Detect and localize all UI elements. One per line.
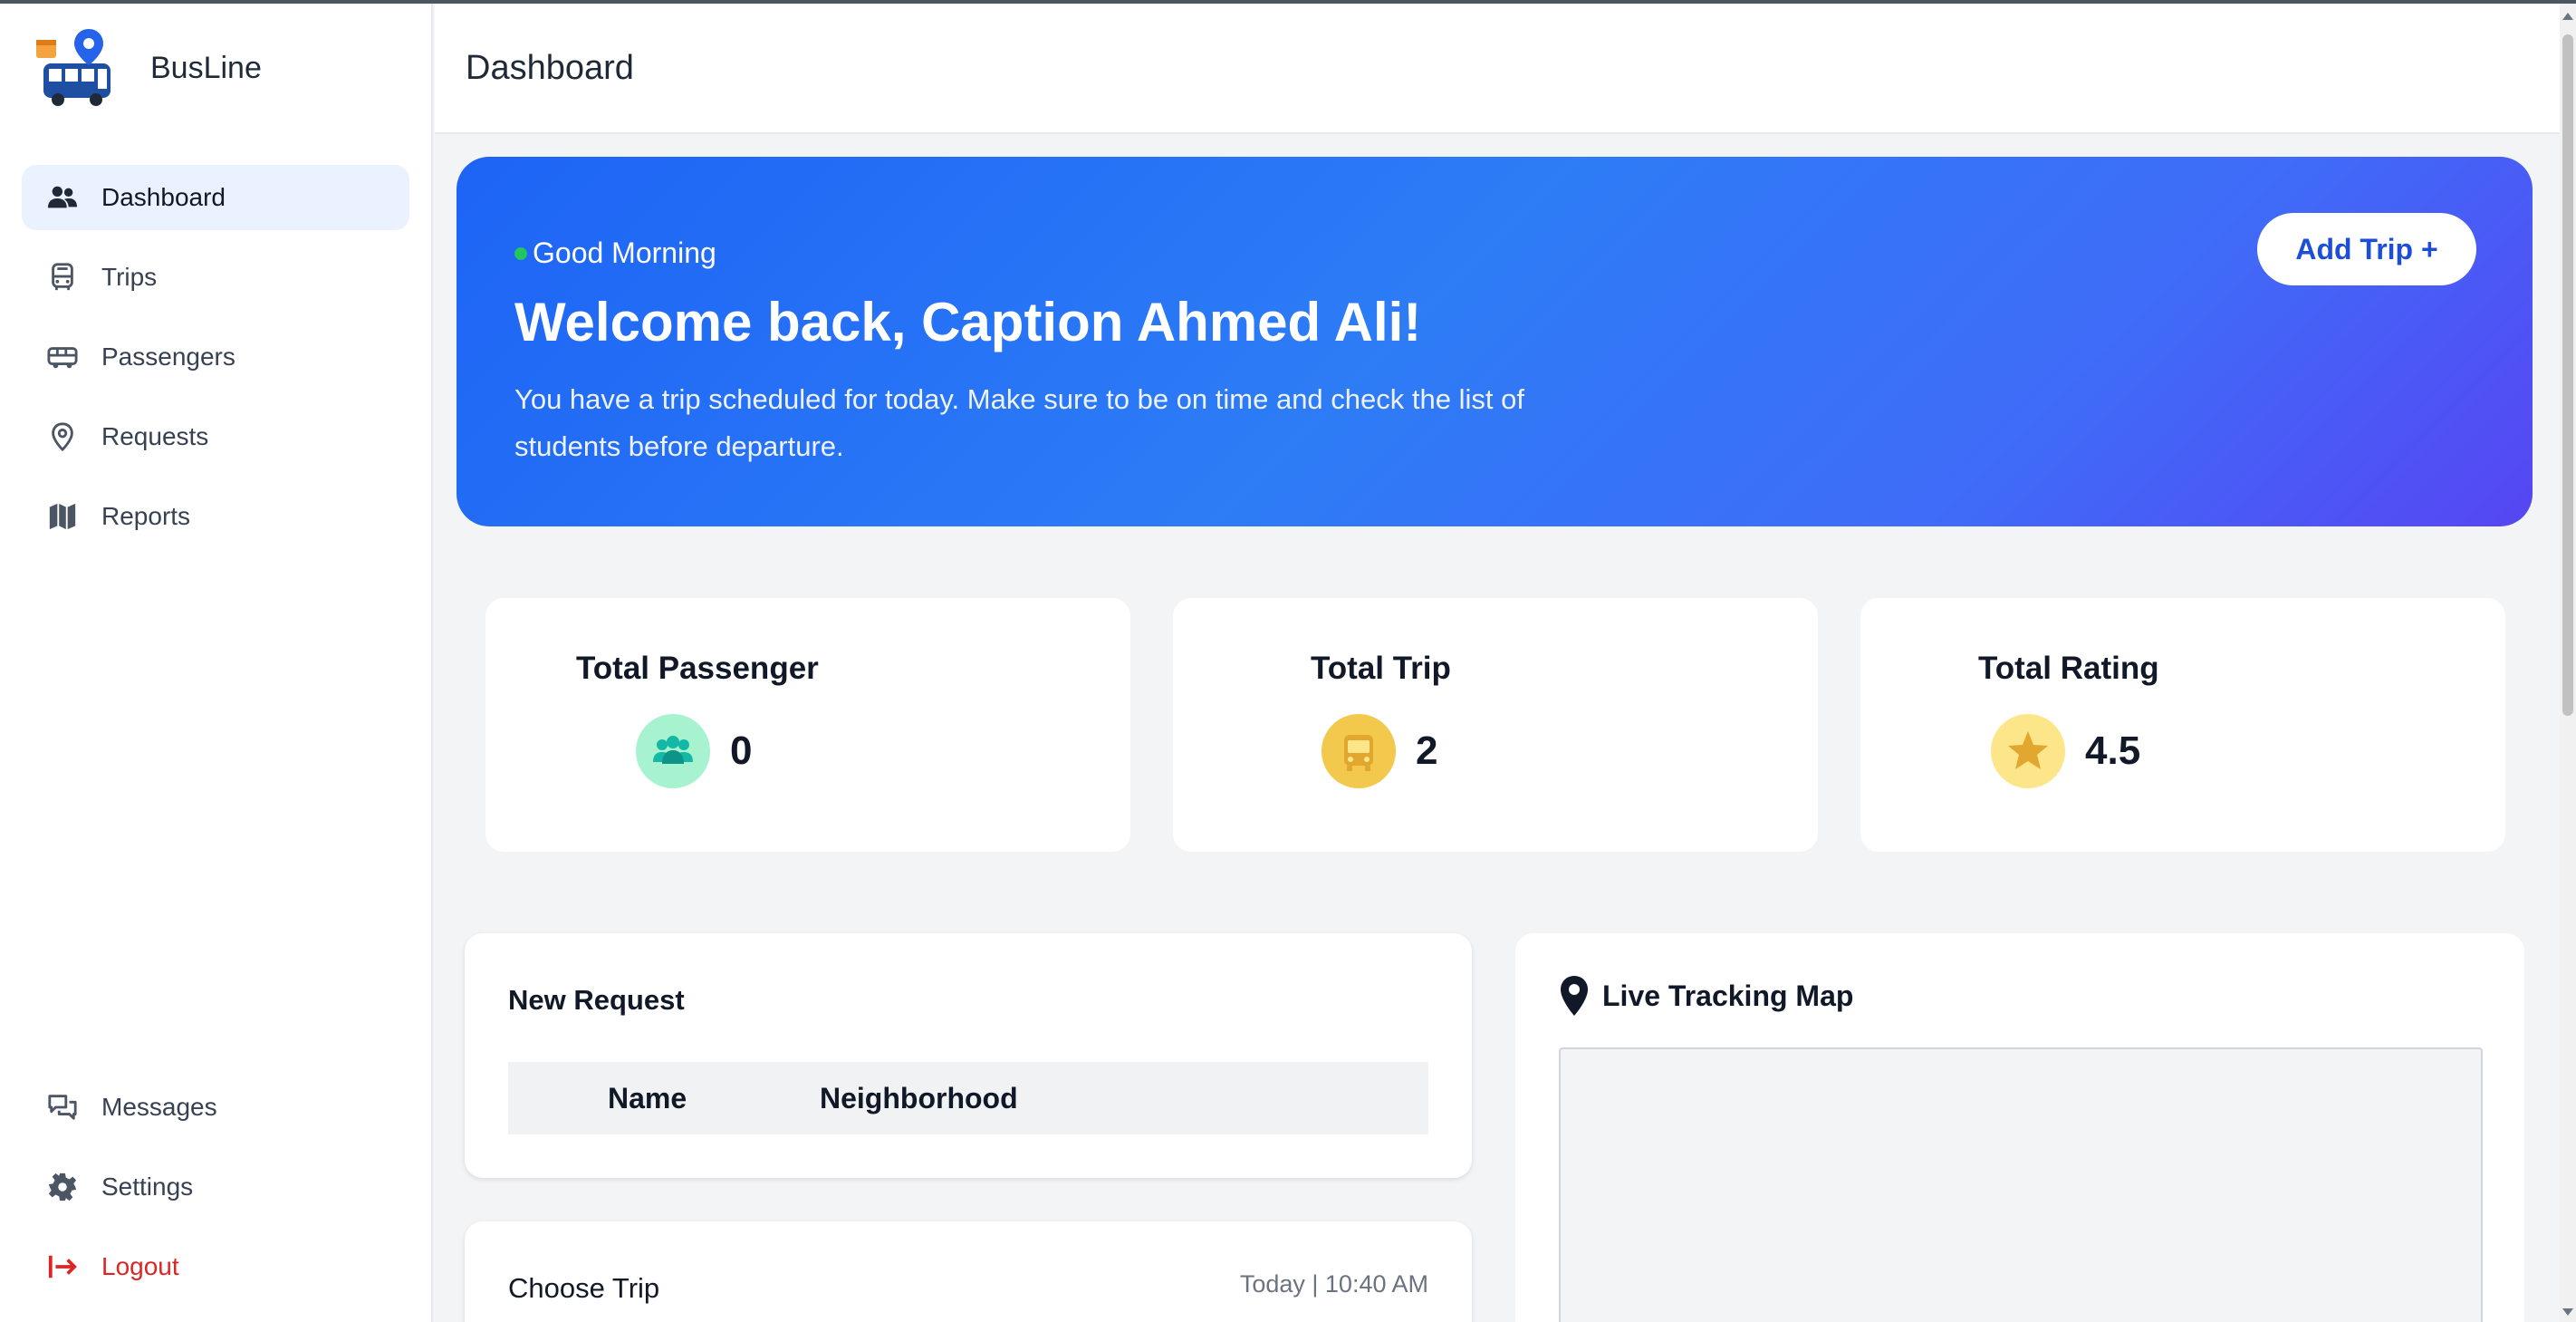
map-header: Live Tracking Map xyxy=(1559,975,1853,1017)
stat-card-total-rating: Total Rating 4.5 xyxy=(1860,598,2505,852)
map-title: Live Tracking Map xyxy=(1602,979,1854,1012)
choose-trip-title: Choose Trip xyxy=(508,1272,660,1304)
stat-value: 4.5 xyxy=(2085,729,2141,773)
sidebar-item-passengers[interactable]: Passengers xyxy=(22,324,409,390)
logout-icon xyxy=(43,1248,82,1286)
map-marker-icon xyxy=(1561,976,1588,1016)
stat-title: Total Trip xyxy=(1311,651,1451,686)
welcome-banner: Good Morning Welcome back, Caption Ahmed… xyxy=(457,157,2533,526)
new-request-card: New Request Name Neighborhood xyxy=(465,933,1472,1178)
sidebar-item-label: Logout xyxy=(101,1252,179,1280)
add-trip-button[interactable]: Add Trip + xyxy=(2257,213,2476,285)
scroll-down-icon[interactable] xyxy=(2562,1308,2573,1316)
banner-description: You have a trip scheduled for today. Mak… xyxy=(514,383,1524,462)
sidebar-item-settings[interactable]: Settings xyxy=(22,1154,409,1220)
sidebar: BusLine Dashboard Trips Passengers Reque… xyxy=(0,4,433,1322)
top-header: Dashboard xyxy=(435,4,2560,134)
sidebar-item-label: Requests xyxy=(101,422,209,450)
sidebar-item-messages[interactable]: Messages xyxy=(22,1075,409,1140)
sidebar-item-trips[interactable]: Trips xyxy=(22,245,409,310)
greeting: Good Morning xyxy=(514,236,716,270)
sidebar-item-reports[interactable]: Reports xyxy=(22,484,409,549)
sidebar-item-label: Reports xyxy=(101,502,191,530)
sidebar-item-logout[interactable]: Logout xyxy=(22,1234,409,1299)
scroll-thumb[interactable] xyxy=(2562,34,2573,716)
brand-name: BusLine xyxy=(150,50,262,85)
sidebar-item-label: Trips xyxy=(101,263,158,291)
map-pin-icon xyxy=(43,418,82,456)
status-dot-icon xyxy=(514,246,527,260)
page-title: Dashboard xyxy=(466,49,634,87)
greeting-text: Good Morning xyxy=(533,236,716,269)
bus-icon xyxy=(1322,714,1396,788)
welcome-heading: Welcome back, Caption Ahmed Ali! xyxy=(514,292,1422,352)
column-header-neighborhood[interactable]: Neighborhood xyxy=(820,1082,1018,1115)
sidebar-item-dashboard[interactable]: Dashboard xyxy=(22,165,409,230)
sidebar-item-label: Settings xyxy=(101,1172,194,1201)
group-icon xyxy=(636,714,710,788)
map-folded-icon xyxy=(43,497,82,536)
stat-card-total-passenger: Total Passenger 0 xyxy=(485,598,1130,852)
live-map-area[interactable] xyxy=(1559,1047,2483,1322)
trip-time: Today | 10:40 AM xyxy=(1239,1270,1428,1298)
gear-icon xyxy=(43,1168,82,1206)
sidebar-item-label: Messages xyxy=(101,1093,217,1121)
stat-title: Total Passenger xyxy=(576,651,819,686)
bus-icon xyxy=(43,258,82,296)
sidebar-item-requests[interactable]: Requests xyxy=(22,404,409,469)
stat-value: 0 xyxy=(730,729,753,773)
brand[interactable]: BusLine xyxy=(33,27,262,109)
users-icon xyxy=(43,179,82,217)
sidebar-item-label: Passengers xyxy=(101,343,235,371)
stat-title: Total Rating xyxy=(1978,651,2159,686)
stat-value: 2 xyxy=(1416,729,1438,773)
choose-trip-card[interactable]: Choose Trip Today | 10:40 AM xyxy=(465,1221,1472,1322)
busline-logo-icon xyxy=(36,29,111,106)
scroll-up-icon[interactable] xyxy=(2562,13,2573,20)
bus-side-icon xyxy=(43,338,82,376)
new-request-title: New Request xyxy=(508,984,685,1016)
stat-card-total-trip: Total Trip 2 xyxy=(1173,598,1818,852)
column-header-name[interactable]: Name xyxy=(608,1082,687,1115)
page-scrollbar[interactable] xyxy=(2560,4,2576,1322)
sidebar-item-label: Dashboard xyxy=(101,183,226,211)
live-tracking-card: Live Tracking Map xyxy=(1515,933,2524,1322)
star-icon xyxy=(1991,714,2065,788)
request-table-header: Name Neighborhood xyxy=(508,1062,1428,1134)
chat-icon xyxy=(43,1088,82,1126)
